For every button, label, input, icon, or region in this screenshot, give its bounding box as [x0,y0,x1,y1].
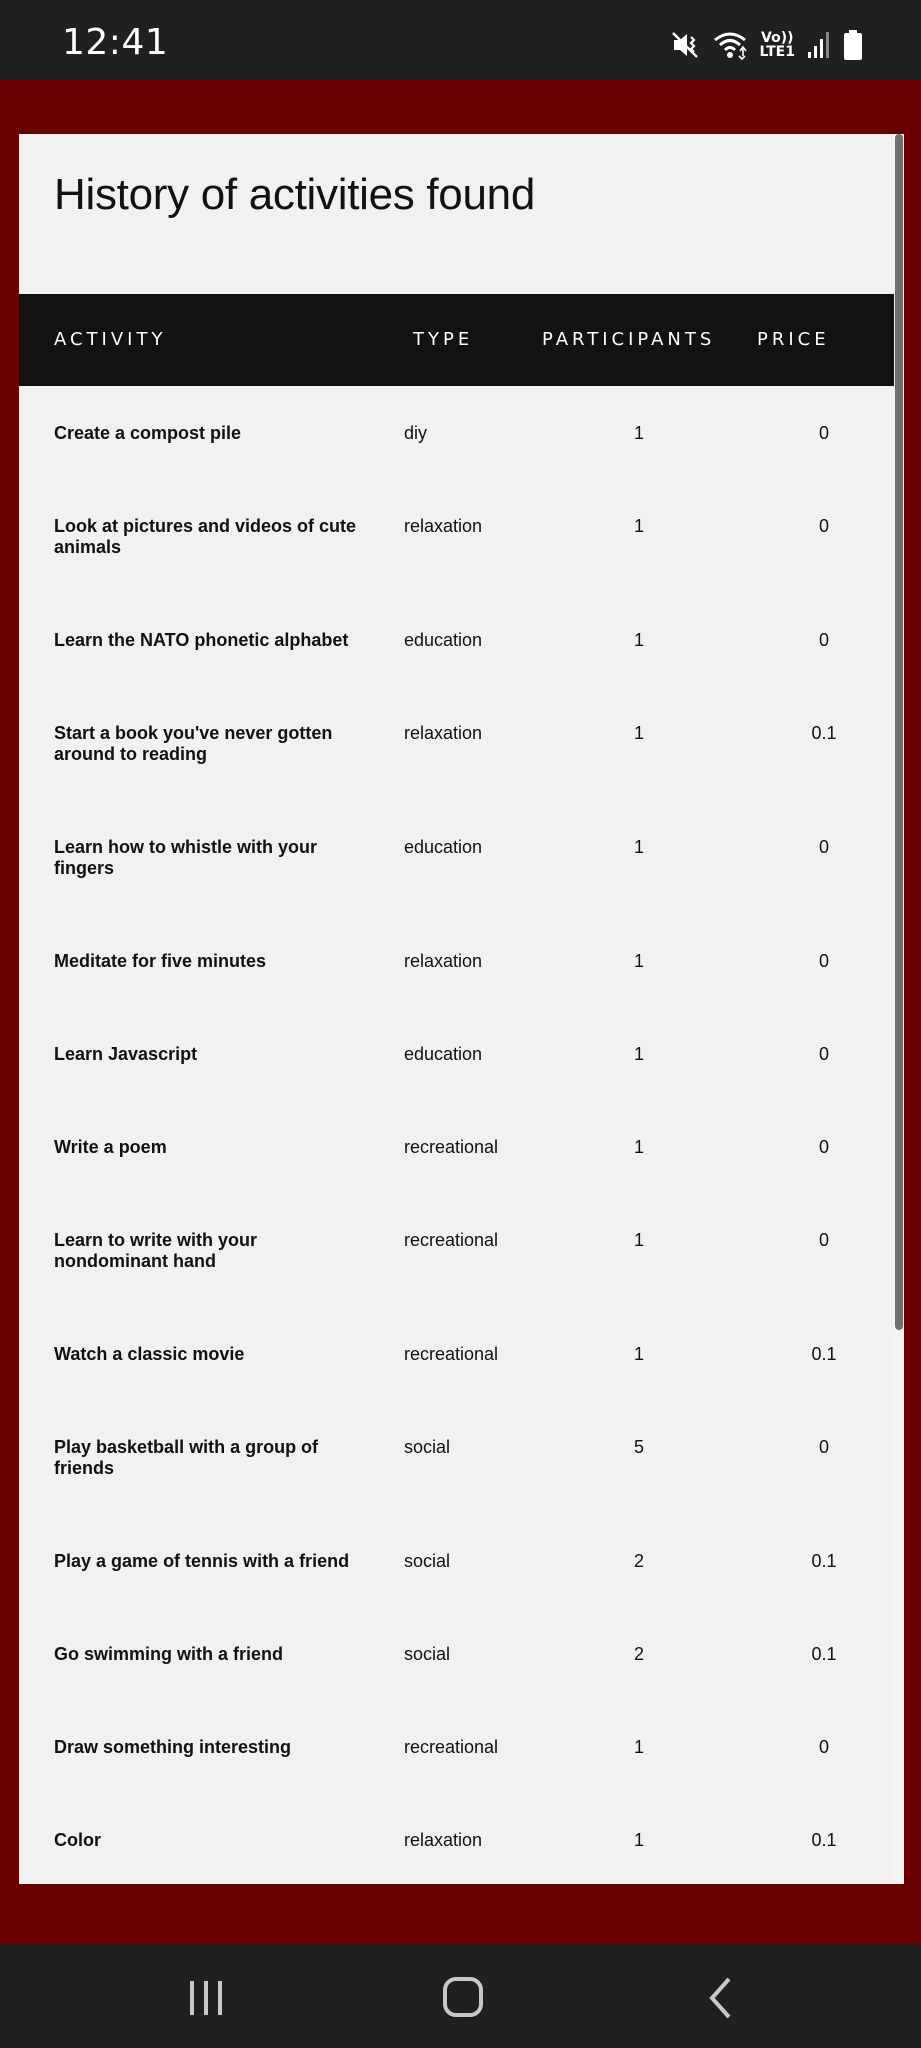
volte-line2: LTE1 [759,44,795,60]
price-cell: 0 [818,1230,829,1250]
type-cell: education [404,1044,483,1064]
type-cell: social [404,1437,451,1457]
wifi-icon [712,30,748,60]
activity-cell: Start a book you've never gotten around … [54,723,333,764]
table-row: Watch a classic movie recreational 1 0.1 [19,1307,894,1400]
activity-cell: Look at pictures and videos of cute anim… [54,516,357,557]
activity-table-body: Create a compost pile diy 1 0 Look at pi… [19,386,894,1884]
type-cell: recreational [404,1137,499,1157]
table-row: Look at pictures and videos of cute anim… [19,479,894,593]
table-header: ACTIVITY TYPE PARTICIPANTS PRICE [19,294,894,386]
type-cell: social [404,1644,451,1664]
price-cell: 0 [818,1737,829,1757]
type-cell: recreational [404,1737,499,1757]
table-row: Create a compost pile diy 1 0 [19,386,894,479]
price-cell: 0 [818,951,829,971]
status-icons: Vo)) LTE1 [670,27,863,63]
activity-cell: Learn Javascript [54,1044,198,1064]
activity-cell: Learn the NATO phonetic alphabet [54,630,349,650]
price-cell: 0.1 [811,1344,837,1364]
price-cell: 0.1 [811,1551,837,1571]
type-cell: education [404,837,483,857]
table-row: Learn the NATO phonetic alphabet educati… [19,593,894,686]
type-cell: education [404,630,483,650]
participants-cell: 1 [633,951,644,971]
price-cell: 0 [818,837,829,857]
participants-cell: 1 [633,1737,644,1757]
participants-cell: 1 [633,1344,644,1364]
participants-cell: 2 [633,1644,644,1664]
table-row: Play basketball with a group of friends … [19,1400,894,1514]
type-cell: relaxation [404,951,483,971]
participants-cell: 1 [633,1044,644,1064]
price-cell: 0 [818,1044,829,1064]
history-card: History of activities found ACTIVITY TYP… [19,134,904,1884]
table-row: Draw something interesting recreational … [19,1700,894,1793]
home-icon[interactable] [433,1973,493,2023]
type-cell: relaxation [404,723,483,743]
signal-icon [807,30,831,60]
price-cell: 0 [818,516,829,536]
table-row: Color relaxation 1 0.1 [19,1793,894,1884]
battery-icon [843,30,863,60]
mute-icon [670,30,700,60]
activity-cell: Write a poem [54,1137,167,1157]
scrollbar[interactable] [894,134,904,1884]
table-row: Learn how to whistle with your fingers e… [19,800,894,914]
activity-cell: Color [54,1830,101,1850]
table-row: Write a poem recreational 1 0 [19,1100,894,1193]
type-cell: relaxation [404,516,483,536]
activity-cell: Learn how to whistle with your fingers [54,837,318,878]
activity-cell: Watch a classic movie [54,1344,245,1364]
activity-cell: Draw something interesting [54,1737,292,1757]
volte-icon: Vo)) LTE1 [760,31,795,59]
table-row: Go swimming with a friend social 2 0.1 [19,1607,894,1700]
price-cell: 0 [818,1437,829,1457]
status-time: 12:41 [62,22,169,63]
type-cell: recreational [404,1344,499,1364]
participants-cell: 1 [633,1830,644,1850]
activity-cell: Go swimming with a friend [54,1644,284,1664]
header-activity: ACTIVITY [54,329,167,350]
price-cell: 0 [818,1137,829,1157]
table-row: Play a game of tennis with a friend soci… [19,1514,894,1607]
status-bar: 12:41 Vo)) LTE1 [0,0,921,79]
table-row: Start a book you've never gotten around … [19,686,894,800]
activity-cell: Play basketball with a group of friends [54,1437,319,1478]
table-row: Meditate for five minutes relaxation 1 0 [19,914,894,1007]
type-cell: diy [404,423,428,443]
price-cell: 0 [818,423,829,443]
back-icon[interactable] [691,1973,751,2023]
navigation-bar [0,1943,921,2048]
type-cell: relaxation [404,1830,483,1850]
header-price: PRICE [757,329,830,350]
participants-cell: 1 [633,516,644,536]
participants-cell: 1 [633,837,644,857]
page-title: History of activities found [54,170,535,219]
activity-cell: Create a compost pile [54,423,242,443]
participants-cell: 1 [633,723,644,743]
participants-cell: 1 [633,630,644,650]
participants-cell: 1 [633,1137,644,1157]
header-type: TYPE [413,329,474,350]
table-row: Learn Javascript education 1 0 [19,1007,894,1100]
price-cell: 0.1 [811,1644,837,1664]
volte-line1: Vo)) [761,30,794,46]
participants-cell: 1 [633,423,644,443]
price-cell: 0 [818,630,829,650]
participants-cell: 5 [633,1437,644,1457]
type-cell: recreational [404,1230,499,1250]
activity-cell: Learn to write with your nondominant han… [54,1230,258,1271]
activity-cell: Play a game of tennis with a friend [54,1551,350,1571]
price-cell: 0.1 [811,723,837,743]
activity-cell: Meditate for five minutes [54,951,267,971]
header-participants: PARTICIPANTS [542,329,716,350]
type-cell: social [404,1551,451,1571]
participants-cell: 1 [633,1230,644,1250]
table-row: Learn to write with your nondominant han… [19,1193,894,1307]
scrollbar-thumb[interactable] [895,134,903,1330]
participants-cell: 2 [633,1551,644,1571]
recent-apps-icon[interactable] [176,1973,236,2023]
price-cell: 0.1 [811,1830,837,1850]
